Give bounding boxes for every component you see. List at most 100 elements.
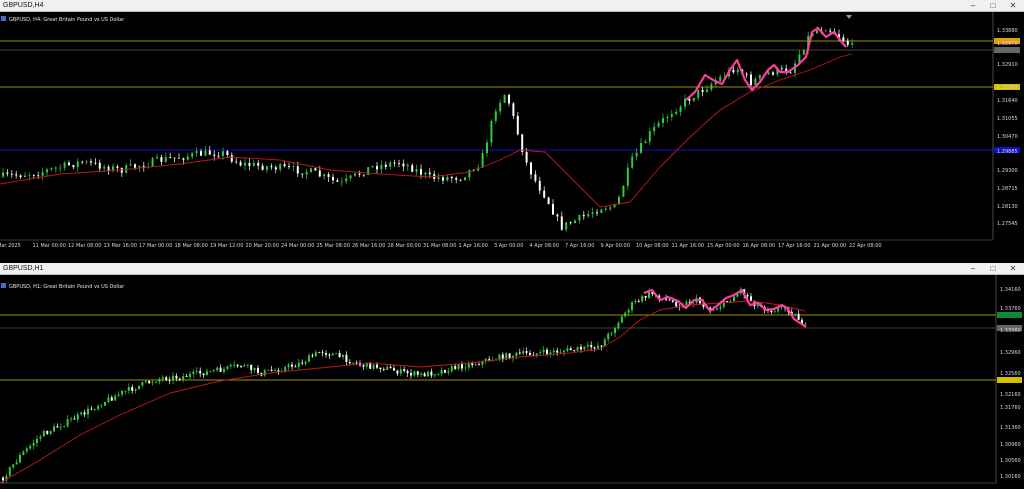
window-title-h1: GBPUSD,H1 [3, 265, 44, 272]
candle-body [406, 371, 409, 374]
candle-body [670, 113, 673, 118]
candle-body [230, 155, 233, 162]
candle-body [772, 72, 774, 75]
chart-window-h1[interactable]: GBPUSD,H1 ‒ □ ✕ GBPUSD, H1: Great Britai… [0, 263, 1024, 489]
maximize-icon[interactable]: □ [984, 0, 1002, 11]
candle-body [59, 427, 62, 428]
candle-body [648, 292, 650, 298]
candle-body [444, 370, 446, 373]
candle-body [323, 174, 326, 177]
window-titlebar-h1[interactable]: GBPUSD,H1 ‒ □ ✕ [0, 263, 1024, 275]
candle-body [719, 76, 722, 82]
candle-body [70, 418, 72, 420]
candle-body [223, 368, 225, 372]
candle-body [733, 296, 735, 302]
candle-body [301, 173, 304, 175]
candle-body [310, 168, 312, 173]
candle-body [318, 170, 321, 177]
time-label: 24 Mar 00:00 [281, 243, 314, 249]
time-label: 22 Apr 08:00 [849, 243, 882, 249]
maximize-icon[interactable]: □ [984, 263, 1002, 274]
candle-body [72, 165, 75, 168]
candle-body [450, 176, 453, 179]
candle-body [794, 313, 797, 316]
candle-body [525, 151, 528, 163]
candle-body [100, 405, 103, 407]
candle-body [376, 166, 378, 170]
candle-body [543, 190, 546, 198]
candle-body [604, 208, 607, 210]
candle-body [593, 347, 596, 349]
price-chart-h1[interactable]: GBPUSD, H1: Great Britain Pound vs US Do… [0, 275, 1024, 489]
candle-body [521, 134, 524, 152]
price-chart-h4[interactable]: GBPUSD, H4: Great Britain Pound vs US Do… [0, 12, 1024, 250]
close-icon[interactable]: ✕ [1004, 263, 1022, 274]
chart-info-h4: GBPUSD, H4: Great Britain Pound vs US Do… [1, 16, 125, 23]
candle-body [267, 369, 270, 371]
candle-body [529, 352, 531, 355]
candle-body [580, 346, 582, 350]
candle-body [692, 97, 695, 101]
candle-body [28, 174, 31, 176]
time-label: 28 Mar 00:00 [388, 243, 421, 249]
time-label: 11 Apr 16:00 [672, 243, 705, 249]
candle-body [175, 375, 178, 379]
minimize-icon[interactable]: ‒ [964, 0, 982, 11]
candle-body [274, 370, 276, 372]
close-icon[interactable]: ✕ [1004, 0, 1022, 11]
candle-body [42, 430, 45, 437]
candle-body [327, 174, 330, 177]
candle-body [379, 367, 382, 370]
candle-body [296, 166, 299, 174]
candle-body [358, 173, 361, 175]
candle-body [204, 150, 207, 156]
candle-body [367, 167, 370, 176]
candle-body [459, 179, 462, 181]
candle-body [134, 389, 137, 391]
time-label: 26 Mar 16:00 [352, 243, 385, 249]
candle-body [257, 367, 259, 373]
candle-body [518, 352, 521, 354]
candle-body [671, 300, 674, 302]
minimize-icon[interactable]: ‒ [964, 263, 982, 274]
candle-body [199, 370, 202, 374]
candle-body [420, 169, 422, 175]
candle-body [24, 175, 26, 178]
window-titlebar-h4[interactable]: GBPUSD,H4 ‒ □ ✕ [0, 0, 1024, 12]
candle-body [816, 30, 818, 34]
candle-body [63, 162, 66, 168]
candle-body [842, 37, 845, 41]
candle-body [393, 162, 396, 164]
candle-body [314, 168, 317, 171]
candle-body [46, 430, 49, 434]
candle-body [797, 313, 800, 320]
candle-body [151, 382, 154, 384]
candle-body [478, 364, 480, 366]
candle-body [192, 371, 195, 374]
chart-window-h4[interactable]: GBPUSD,H4 ‒ □ ✕ GBPUSD, H4: Great Britai… [0, 0, 1024, 250]
candle-body [25, 448, 28, 452]
candle-body [127, 387, 130, 391]
candle-body [107, 397, 110, 402]
candle-body [410, 373, 412, 376]
candle-body [498, 354, 501, 360]
candle-body [144, 381, 147, 383]
candle-body [362, 365, 365, 367]
candle-body [413, 371, 416, 376]
time-label: 12 Mar 08:00 [68, 243, 101, 249]
candle-body [481, 153, 484, 168]
candle-body [824, 30, 827, 32]
candle-body [2, 172, 4, 177]
candle-body [29, 445, 32, 449]
candle-body [622, 185, 625, 197]
candle-body [138, 166, 141, 168]
candle-body [261, 165, 264, 170]
candle-body [538, 180, 541, 191]
candle-body [746, 295, 749, 297]
candle-body [212, 370, 215, 372]
candle-body [634, 300, 637, 303]
candle-body [515, 352, 518, 357]
candle-body [583, 346, 586, 350]
candle-body [124, 390, 127, 392]
time-label: 25 Mar 08:00 [317, 243, 350, 249]
